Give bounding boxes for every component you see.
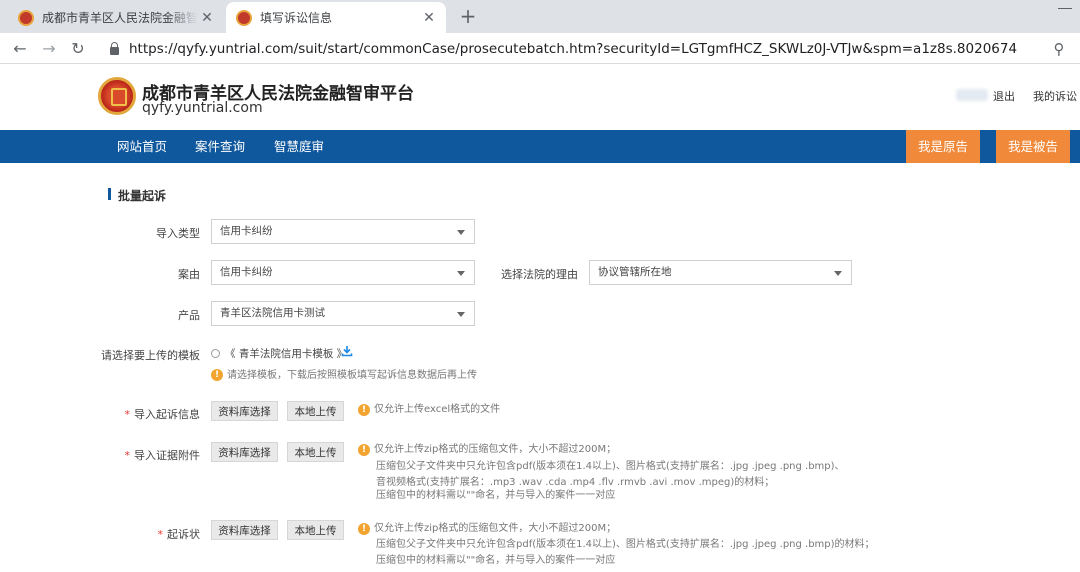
chevron-down-icon [834, 271, 842, 276]
warning-icon: ! [211, 369, 223, 381]
minimize-icon[interactable] [1058, 8, 1072, 9]
browser-tab-court-platform[interactable]: 成都市青羊区人民法院金融智审平 ✕ [8, 2, 224, 33]
import-evidence-hint-line: 压缩包父子文件夹中只允许包含pdf(版本须在1.4以上)、图片格式(支持扩展名：… [376, 461, 845, 472]
complaint-hint-line: 压缩包父子文件夹中只允许包含pdf(版本须在1.4以上)、图片格式(支持扩展名：… [376, 539, 875, 550]
forward-arrow-icon[interactable]: → [38, 38, 60, 60]
chevron-down-icon [457, 271, 465, 276]
import-type-value: 信用卡纠纷 [220, 225, 273, 237]
plaintiff-button[interactable]: 我是原告 [906, 130, 980, 163]
case-cause-value: 信用卡纠纷 [220, 266, 273, 278]
chevron-down-icon [457, 312, 465, 317]
court-favicon-icon [236, 9, 252, 26]
template-name[interactable]: 《 青羊法院信用卡模板 》 [225, 346, 347, 361]
complaint-hint-line: 仅允许上传zip格式的压缩包文件，大小不超过200M； [374, 523, 617, 534]
main-navbar: 网站首页 案件查询 智慧庭审 我是原告 我是被告 [0, 130, 1080, 163]
my-suits-link[interactable]: 我的诉讼 [1033, 88, 1077, 104]
tab-title: 成都市青羊区人民法院金融智审平 [42, 11, 198, 25]
nav-item-smart-trial[interactable]: 智慧庭审 [274, 130, 324, 163]
nav-item-home[interactable]: 网站首页 [117, 130, 167, 163]
nav-item-case-query[interactable]: 案件查询 [195, 130, 245, 163]
import-suit-library-button[interactable]: 资料库选择 [211, 401, 278, 421]
import-evidence-local-upload-button[interactable]: 本地上传 [287, 442, 344, 462]
product-select[interactable]: 青羊区法院信用卡测试 [211, 301, 475, 326]
required-asterisk: * [124, 449, 131, 462]
complaint-hint-line: 压缩包中的材料需以""命名，并与导入的案件一一对应 [376, 555, 616, 566]
complaint-label: * 起诉状 [110, 526, 201, 542]
close-icon[interactable]: ✕ [420, 10, 438, 26]
import-evidence-hint-line: 仅允许上传zip格式的压缩包文件，大小不超过200M； [374, 444, 617, 455]
complaint-local-upload-button[interactable]: 本地上传 [287, 520, 344, 540]
lock-icon [110, 42, 119, 55]
zoom-magnifier-icon[interactable]: ⚲ [1048, 38, 1070, 60]
chevron-down-icon [457, 230, 465, 235]
username-redacted [956, 89, 988, 101]
required-asterisk: * [124, 408, 131, 421]
product-value: 青羊区法院信用卡测试 [220, 307, 325, 319]
product-label: 产品 [178, 309, 200, 322]
case-cause-label: 案由 [178, 268, 200, 281]
address-bar[interactable]: https://qyfy.yuntrial.com/suit/start/com… [110, 38, 1017, 60]
template-radio[interactable] [211, 349, 220, 358]
logout-link[interactable]: 退出 [993, 88, 1015, 104]
template-label: 请选择要上传的模板 [101, 349, 200, 362]
import-evidence-label-text: 导入证据附件 [134, 449, 200, 462]
required-asterisk: * [157, 528, 164, 541]
reload-icon[interactable]: ↻ [67, 38, 89, 60]
close-icon[interactable]: ✕ [198, 10, 216, 26]
court-favicon-icon [18, 9, 34, 26]
browser-toolbar: ← → ↻ https://qyfy.yuntrial.com/suit/sta… [0, 33, 1080, 64]
import-evidence-library-button[interactable]: 资料库选择 [211, 442, 278, 462]
download-icon[interactable] [341, 345, 353, 357]
new-tab-plus-icon[interactable]: + [456, 4, 480, 28]
section-title: 批量起诉 [108, 187, 166, 204]
defendant-button[interactable]: 我是被告 [996, 130, 1070, 163]
browser-tab-fill-suit-info[interactable]: 填写诉讼信息 ✕ [226, 2, 446, 33]
court-reason-value: 协议管辖所在地 [598, 266, 672, 278]
import-evidence-label: * 导入证据附件 [110, 447, 201, 463]
court-reason-select[interactable]: 协议管辖所在地 [589, 260, 852, 285]
court-reason-label: 选择法院的理由 [501, 268, 578, 281]
site-header: 成都市青羊区人民法院金融智审平台 qyfy.yuntrial.com 退出 我的… [0, 64, 1080, 130]
tab-title: 填写诉讼信息 [260, 11, 333, 25]
complaint-library-button[interactable]: 资料库选择 [211, 520, 278, 540]
import-suit-hint: 仅允许上传excel格式的文件 [374, 404, 501, 415]
url-text: https://qyfy.yuntrial.com/suit/start/com… [129, 41, 1018, 57]
case-cause-select[interactable]: 信用卡纠纷 [211, 260, 475, 285]
court-emblem-logo [98, 77, 136, 115]
import-evidence-hint-line: 压缩包中的材料需以""命名，并与导入的案件一一对应 [376, 490, 616, 501]
site-domain: qyfy.yuntrial.com [142, 100, 263, 116]
import-type-label: 导入类型 [156, 227, 200, 240]
import-suit-label: * 导入起诉信息 [110, 406, 201, 422]
complaint-label-text: 起诉状 [167, 528, 200, 541]
browser-tab-bar: 成都市青羊区人民法院金融智审平 ✕ 填写诉讼信息 ✕ + [0, 0, 1080, 33]
import-suit-local-upload-button[interactable]: 本地上传 [287, 401, 344, 421]
back-arrow-icon[interactable]: ← [9, 38, 31, 60]
warning-icon: ! [358, 404, 370, 416]
warning-icon: ! [358, 444, 370, 456]
warning-icon: ! [358, 523, 370, 535]
import-suit-label-text: 导入起诉信息 [134, 408, 200, 421]
template-hint: 请选择模板，下载后按照模板填写起诉信息数据后再上传 [227, 370, 477, 381]
import-type-select[interactable]: 信用卡纠纷 [211, 219, 475, 244]
